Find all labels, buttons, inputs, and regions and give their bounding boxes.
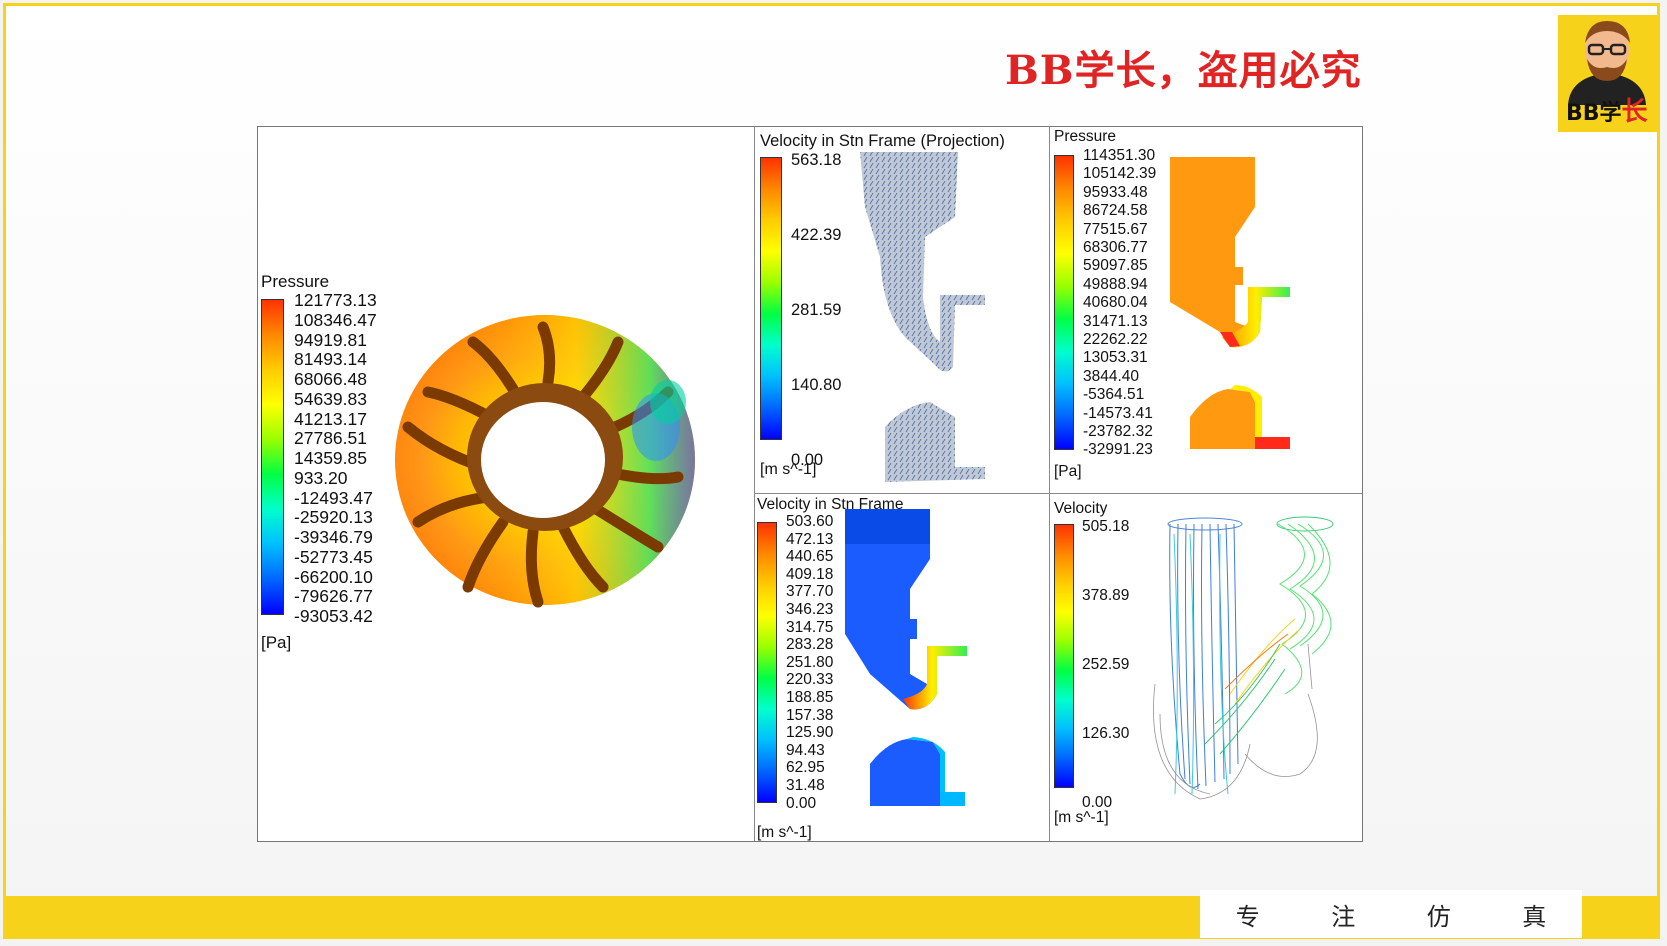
panel-pressure-section: Pressure 114351.30 105142.39 95933.48 86724… [1050,127,1362,494]
panel-impeller-pressure: Pressure 121773.13 108346.47 94919.81 81493… [258,127,755,841]
panel-velocity-stn-frame: Velocity in Stn Frame 503.60 472.13 440.65… [755,494,1050,841]
pressure-section-contour [1170,157,1290,449]
logo-text-a: BB学 [1566,101,1622,126]
slogan-char: 真 [1522,902,1547,931]
logo-badge: BB学长 [1558,15,1657,132]
velocity-contour [845,509,967,809]
panel-velocity-streamlines: Velocity 505.18 378.89 252.59 126.30 0.00 [m… [1050,494,1362,841]
slogan-char: 专 [1235,902,1260,931]
streamline-plot [1153,516,1334,800]
logo-text-b: 长 [1621,97,1648,127]
slide-title: BB学长，盗用必究 [1005,47,1362,94]
vector-plot [860,152,985,482]
results-panel-grid: Pressure 121773.13 108346.47 94919.81 81493… [257,126,1363,842]
slogan-char: 注 [1331,902,1356,931]
panel-velocity-projection: Velocity in Stn Frame (Projection) 563.1… [755,127,1050,494]
footer-slogan: 专 注 仿 真 [1200,890,1582,938]
slogan-char: 仿 [1426,902,1451,931]
impeller-contour [395,315,695,608]
logo-text: BB学长 [1566,91,1648,128]
